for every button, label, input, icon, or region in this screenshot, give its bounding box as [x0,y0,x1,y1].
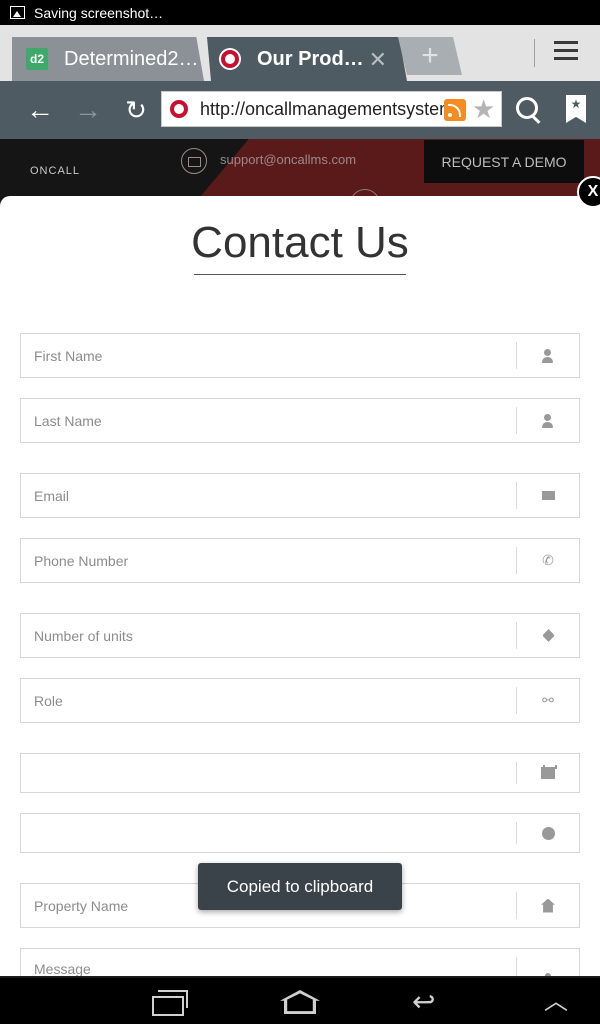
url-text[interactable]: http://oncallmanagementsystems.com [200,99,444,120]
browser-toolbar: ← → ↻ http://oncallmanagementsystems.com… [0,81,600,139]
divider [534,39,535,67]
tab-our-products[interactable]: Our Prod… ✕ [207,37,407,81]
site-logo[interactable]: ONCALL [30,165,80,177]
phone-placeholder: Phone Number [34,552,129,569]
recent-apps-icon[interactable] [152,988,188,1016]
mail-icon [181,148,207,174]
screenshot-icon [10,6,25,19]
units-placeholder: Number of units [34,627,133,644]
forward-button[interactable]: → [72,94,104,126]
calendar-icon [539,764,557,782]
first-name-field[interactable]: First Name [20,333,580,378]
tab-close-icon[interactable]: ✕ [369,47,387,73]
property-placeholder: Property Name [34,897,129,914]
email-placeholder: Email [34,487,70,504]
tab-determined[interactable]: d2 Determined2… [12,37,204,81]
field-divider [516,822,517,844]
toast-message: Copied to clipboard [198,863,402,910]
phone-field[interactable]: Phone Number ✆ [20,538,580,583]
message-placeholder: Message [34,961,91,976]
status-bar: Saving screenshot… [0,0,600,25]
user-icon [539,347,557,365]
title-underline [194,274,406,275]
request-demo-button[interactable]: REQUEST A DEMO [424,140,584,183]
last-name-placeholder: Last Name [34,412,102,429]
field-divider [516,892,517,919]
sitemap-icon: ⚯ [542,692,554,708]
d2-favicon-icon: d2 [26,48,48,70]
role-placeholder: Role [34,692,63,709]
home-icon [539,897,557,915]
field-divider [516,687,517,714]
modal-title: Contact Us [191,218,409,267]
field-divider [516,482,517,509]
menu-icon[interactable] [554,41,578,67]
field-divider [516,957,517,976]
first-name-placeholder: First Name [34,347,103,364]
star-icon[interactable]: ★ [472,94,495,125]
oncall-favicon-icon [219,48,241,70]
site-favicon-icon [168,98,190,120]
reload-button[interactable]: ↻ [120,94,152,126]
support-email-link[interactable]: support@oncallms.com [220,152,356,167]
back-icon[interactable]: ↩ [412,988,448,1016]
units-field[interactable]: Number of units [20,613,580,658]
last-name-field[interactable]: Last Name [20,398,580,443]
bookmarks-icon[interactable]: ★ [566,95,586,123]
field-divider [516,762,517,784]
status-notification: Saving screenshot… [34,4,164,21]
role-field[interactable]: Role ⚯ [20,678,580,723]
url-bar[interactable]: http://oncallmanagementsystems.com ★ [161,91,502,127]
time-field[interactable] [20,813,580,853]
tab-title: Our Prod… [257,47,364,70]
envelope-icon [539,487,557,505]
user-icon [539,412,557,430]
field-divider [516,622,517,649]
home-icon[interactable] [280,988,320,1016]
new-tab-button[interactable]: + [398,37,462,75]
phone-icon: ✆ [542,552,554,568]
search-icon[interactable] [514,96,542,124]
contact-modal: Contact Us First Name Last Name Email Ph… [0,196,600,976]
field-divider [516,547,517,574]
tag-icon [539,627,557,645]
chevron-up-icon[interactable]: ︿ [544,988,576,1016]
rss-icon[interactable] [444,99,466,121]
clock-icon [539,824,557,842]
tab-title: Determined2… [64,47,199,70]
system-nav-bar: ↩ ︿ [0,976,600,1024]
message-field[interactable]: Message ● [20,948,580,976]
browser-tab-strip: d2 Determined2… Our Prod… ✕ + [0,25,600,81]
field-divider [516,342,517,369]
date-field[interactable] [20,753,580,793]
comment-icon: ● [543,967,553,976]
email-field[interactable]: Email [20,473,580,518]
field-divider [516,407,517,434]
back-button[interactable]: ← [24,94,56,126]
